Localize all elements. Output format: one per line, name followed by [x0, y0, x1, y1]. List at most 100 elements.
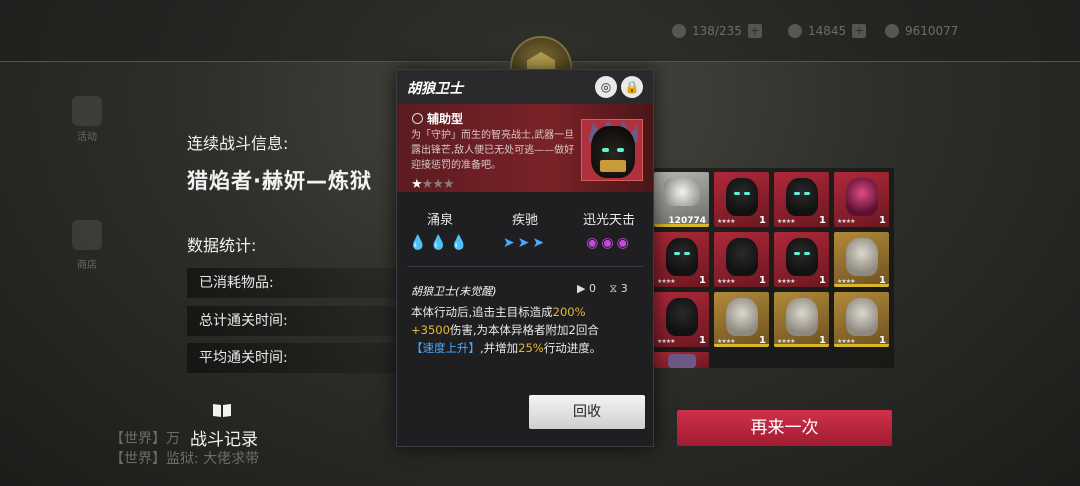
reward-item-masked-beast[interactable]: ★★★★ 1: [774, 292, 829, 347]
shop-nav-icon[interactable]: [72, 220, 102, 250]
reward-item-jackal-guard[interactable]: ★★★★ 1: [774, 172, 829, 227]
nav-label-activity: 活动: [77, 132, 97, 143]
card-title: 胡狼卫士: [407, 81, 463, 97]
skill-meta: ▶ 0 ⧖ 3: [577, 282, 628, 296]
energy-icon: [672, 24, 686, 38]
gem-resource[interactable]: 14845 +: [788, 22, 867, 40]
skill-text: ,并增加: [480, 341, 519, 355]
item-count: 1: [699, 335, 706, 346]
stat-row-items-consumed: 已消耗物品:: [187, 268, 402, 298]
item-rarity: ★★★★: [777, 278, 795, 285]
add-gem-button[interactable]: +: [852, 24, 867, 38]
rarity-bar: [654, 224, 709, 227]
reward-item-top-hat-mage[interactable]: ★★★★ 1: [714, 232, 769, 287]
reward-item-masked-beast[interactable]: ★★★★ 1: [834, 232, 889, 287]
item-rarity: ★★★★: [717, 218, 735, 225]
trait-label-gallop: 疾驰: [511, 213, 538, 228]
jackal-guard-icon: [666, 238, 698, 276]
rarity-bar: [774, 344, 829, 347]
gold-collar: [600, 160, 626, 172]
activity-nav-icon[interactable]: [72, 96, 102, 126]
droplet-icon: 💧💧💧: [409, 235, 471, 251]
character-description: 为「守护」而生的智亮战士,武器一旦露出锋芒,敌人便已无处可逃——做好迎接惩罚的准…: [411, 130, 575, 171]
view-icon[interactable]: ◎: [595, 76, 617, 98]
vortex-icon: ◉◉◉: [586, 235, 632, 251]
jackal-guard-icon: [668, 354, 696, 368]
item-rarity: ★★★★: [717, 278, 735, 285]
star-filled: ★: [411, 177, 423, 192]
battle-info-title: 连续战斗信息:: [187, 134, 289, 153]
chat-line[interactable]: 【世界】万: [110, 428, 180, 448]
stat-label: 平均通关时间:: [199, 350, 288, 366]
skill-buff: 【速度上升】: [411, 341, 480, 355]
item-rarity: ★★★★: [777, 218, 795, 225]
item-rarity: ★★★★: [837, 218, 855, 225]
skill-text: 行动进度。: [543, 341, 602, 355]
energy-resource[interactable]: 138/235 +: [672, 22, 762, 40]
stats-title: 数据统计:: [187, 236, 257, 255]
reward-item-top-hat-mage[interactable]: ★★★★ 1: [654, 292, 709, 347]
add-energy-button[interactable]: +: [747, 24, 762, 38]
item-count: 1: [819, 275, 826, 286]
reward-item-jackal-guard[interactable]: ★★★★ 1: [774, 232, 829, 287]
reward-item-jackal-guard[interactable]: [654, 352, 709, 368]
jackal-guard-icon: [786, 178, 818, 216]
item-count: 1: [759, 215, 766, 226]
hourglass-icon: ⧖: [609, 282, 618, 295]
divider: [407, 266, 643, 267]
type-label: 辅助型: [427, 112, 464, 126]
stat-row-total-time: 总计通关时间:: [187, 306, 402, 336]
stat-row-average-time: 平均通关时间:: [187, 343, 402, 373]
skill-speed: 25%: [518, 341, 544, 355]
chat-line[interactable]: 【世界】监狱: 大佬求带: [110, 448, 259, 468]
reward-item-jackal-guard[interactable]: ★★★★ 1: [714, 172, 769, 227]
gem-icon: [788, 24, 802, 38]
recycle-button[interactable]: 回收: [529, 395, 645, 429]
skill-description: 本体行动后,追击主目标造成200% +3500伤害,为本体异格者附加2回合 【速度上…: [411, 303, 643, 357]
eye: [617, 148, 624, 152]
silver-ore-icon: [664, 178, 700, 206]
eye: [602, 148, 609, 152]
rarity-bar: [834, 284, 889, 287]
jackal-guard-icon: [726, 178, 758, 216]
character-detail-card: 胡狼卫士 ◎ 🔒 辅助型 为「守护」而生的智亮战士,武器一旦露出锋芒,敌人便已无…: [396, 69, 654, 447]
skill-flat: +3500: [411, 323, 450, 337]
rarity-bar: [834, 344, 889, 347]
item-count: 1: [819, 215, 826, 226]
gem-value: 14845: [808, 24, 847, 38]
skill-uses: 0: [588, 282, 596, 295]
masked-beast-icon: [846, 298, 878, 336]
reward-item-silver-ore[interactable]: 120774: [654, 172, 709, 227]
item-rarity: ★★★★: [657, 338, 675, 345]
star-empty: ★★★: [421, 177, 455, 192]
play-icon: ▶: [577, 282, 586, 295]
masked-beast-icon: [726, 298, 758, 336]
star-rating: ★★★★: [411, 177, 455, 192]
battle-log-button[interactable]: 战斗记录: [190, 425, 258, 450]
skill-cooldown: 3: [620, 282, 628, 295]
reward-item-crimson-knight[interactable]: ★★★★ 1: [834, 172, 889, 227]
book-icon[interactable]: [212, 402, 232, 418]
reward-grid: 120774 ★★★★ 1 ★★★★ 1 ★★★★ 1 ★★★★ 1 ★★★★ …: [648, 168, 894, 368]
skill-text: 伤害,为本体异格者附加2回合: [449, 323, 599, 337]
item-count: 1: [699, 275, 706, 286]
masked-beast-icon: [846, 238, 878, 276]
coin-icon: [885, 24, 899, 38]
top-hat-mage-icon: [666, 298, 698, 336]
item-count: 1: [759, 275, 766, 286]
crimson-knight-icon: [846, 178, 878, 216]
lock-icon[interactable]: 🔒: [621, 76, 643, 98]
reward-item-masked-beast[interactable]: ★★★★ 1: [834, 292, 889, 347]
trait-label-spring: 涌泉: [426, 213, 453, 228]
character-name: 猎焰者·赫妍—炼狱: [187, 169, 372, 193]
energy-value: 138/235: [692, 24, 742, 38]
retry-button[interactable]: 再来一次: [677, 410, 892, 446]
stat-label: 已消耗物品:: [199, 275, 274, 291]
reward-item-masked-beast[interactable]: ★★★★ 1: [714, 292, 769, 347]
boot-icon: ➤➤➤: [502, 235, 548, 251]
support-type-icon: [412, 113, 423, 124]
nav-label-shop: 商店: [77, 260, 97, 271]
skill-percent: 200%: [552, 305, 586, 319]
jackal-guard-icon: [786, 238, 818, 276]
reward-item-jackal-guard[interactable]: ★★★★ 1: [654, 232, 709, 287]
